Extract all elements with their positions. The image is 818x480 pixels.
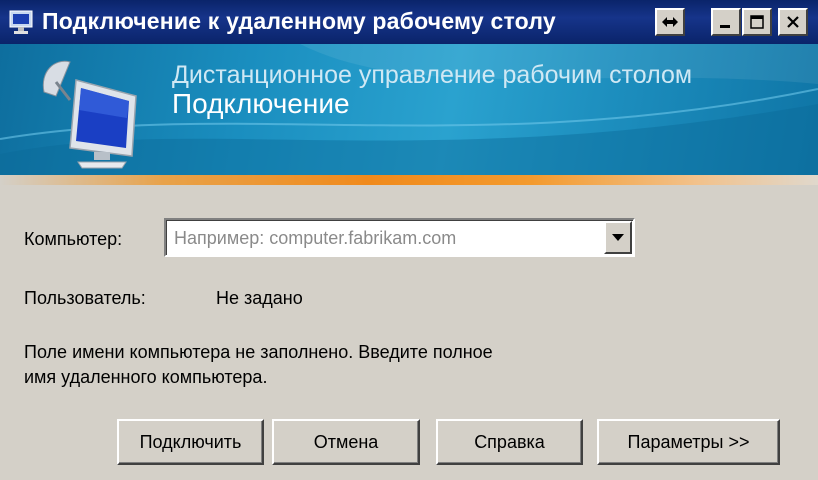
status-message-line-2: имя удаленного компьютера. bbox=[24, 367, 268, 387]
accent-strip bbox=[0, 175, 818, 185]
double-arrow-icon[interactable] bbox=[655, 8, 685, 36]
computer-label: Компьютер: bbox=[24, 229, 123, 249]
close-icon[interactable] bbox=[778, 8, 808, 36]
status-message-line-1: Поле имени компьютера не заполнено. Введ… bbox=[24, 342, 493, 362]
computer-input[interactable]: Например: computer.fabrikam.com bbox=[174, 228, 456, 249]
remote-desktop-app-icon bbox=[8, 9, 36, 35]
dropdown-arrow-button[interactable] bbox=[604, 221, 632, 254]
options-button[interactable]: Параметры >> bbox=[597, 419, 780, 465]
banner-title: Подключение bbox=[172, 88, 350, 119]
window-title: Подключение к удаленному рабочему столу bbox=[42, 8, 556, 34]
minimize-icon[interactable] bbox=[711, 8, 741, 36]
help-button[interactable]: Справка bbox=[436, 419, 583, 465]
user-value: Не задано bbox=[216, 288, 303, 308]
header-banner: Дистанционное управление рабочим столом … bbox=[0, 44, 818, 175]
title-bar[interactable]: Подключение к удаленному рабочему столу bbox=[0, 0, 818, 44]
chevron-down-icon bbox=[611, 229, 625, 247]
banner-subtitle: Дистанционное управление рабочим столом bbox=[172, 61, 693, 89]
connect-button[interactable]: Подключить bbox=[117, 419, 264, 465]
computer-combobox[interactable]: Например: computer.fabrikam.com bbox=[164, 218, 635, 257]
remote-desktop-window: Подключение к удаленному рабочему столу bbox=[0, 0, 818, 480]
cancel-button[interactable]: Отмена bbox=[272, 419, 420, 465]
status-message: Поле имени компьютера не заполнено. Введ… bbox=[24, 340, 493, 390]
maximize-icon[interactable] bbox=[742, 8, 772, 36]
user-label: Пользователь: bbox=[24, 288, 146, 308]
remote-desktop-monitor-icon bbox=[36, 52, 146, 170]
